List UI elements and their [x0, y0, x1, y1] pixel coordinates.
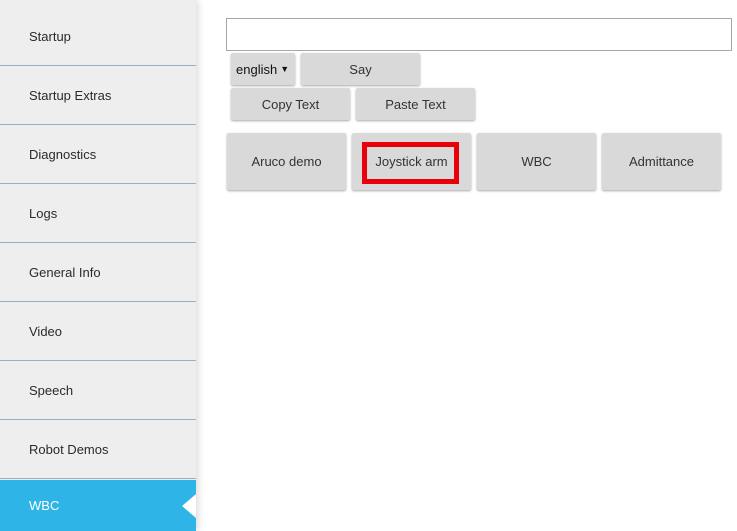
sidebar-item-label: Speech [29, 383, 74, 398]
sidebar-item-robot-demos[interactable]: Robot Demos [0, 421, 196, 479]
aruco-demo-button[interactable]: Aruco demo [227, 133, 346, 190]
say-button-label: Say [349, 61, 372, 77]
admittance-button[interactable]: Admittance [602, 133, 721, 190]
sidebar-item-label: Video [29, 324, 63, 339]
language-select-value: english [236, 61, 278, 77]
admittance-label: Admittance [628, 154, 695, 169]
copy-text-button[interactable]: Copy Text [231, 88, 350, 120]
sidebar-item-speech[interactable]: Speech [0, 362, 196, 420]
sidebar-item-label: Diagnostics [29, 147, 97, 162]
aruco-demo-label: Aruco demo [251, 154, 322, 169]
sidebar-item-label: Robot Demos [29, 442, 109, 457]
language-select[interactable]: english ▼ [231, 53, 295, 85]
paste-text-button[interactable]: Paste Text [356, 88, 475, 120]
sidebar-item-label: WBC [29, 498, 60, 513]
sidebar-item-label: Logs [29, 206, 58, 221]
sidebar-item-logs[interactable]: Logs [0, 185, 196, 243]
sidebar: Startup Startup Extras Diagnostics Logs … [0, 0, 196, 531]
sidebar-item-video[interactable]: Video [0, 303, 196, 361]
wbc-label: WBC [521, 154, 552, 169]
copy-text-label: Copy Text [261, 96, 320, 112]
main-panel: english ▼ Say Copy Text Paste Text Aruco… [196, 0, 737, 531]
wbc-button[interactable]: WBC [477, 133, 596, 190]
sidebar-item-general-info[interactable]: General Info [0, 244, 196, 302]
sidebar-item-wbc[interactable]: WBC [0, 480, 196, 531]
joystick-arm-button[interactable]: Joystick arm [352, 133, 471, 190]
sidebar-item-startup-extras[interactable]: Startup Extras [0, 67, 196, 125]
chevron-down-icon: ▼ [280, 64, 290, 74]
sidebar-item-label: Startup [29, 29, 71, 44]
say-button[interactable]: Say [301, 53, 420, 85]
paste-text-label: Paste Text [385, 96, 446, 112]
sidebar-item-startup[interactable]: Startup [0, 8, 196, 66]
joystick-arm-label: Joystick arm [375, 154, 448, 169]
sidebar-item-diagnostics[interactable]: Diagnostics [0, 126, 196, 184]
speech-text-input[interactable] [226, 18, 732, 51]
sidebar-item-label: Startup Extras [29, 88, 112, 103]
sidebar-item-label: General Info [29, 265, 101, 280]
active-indicator [182, 493, 196, 518]
